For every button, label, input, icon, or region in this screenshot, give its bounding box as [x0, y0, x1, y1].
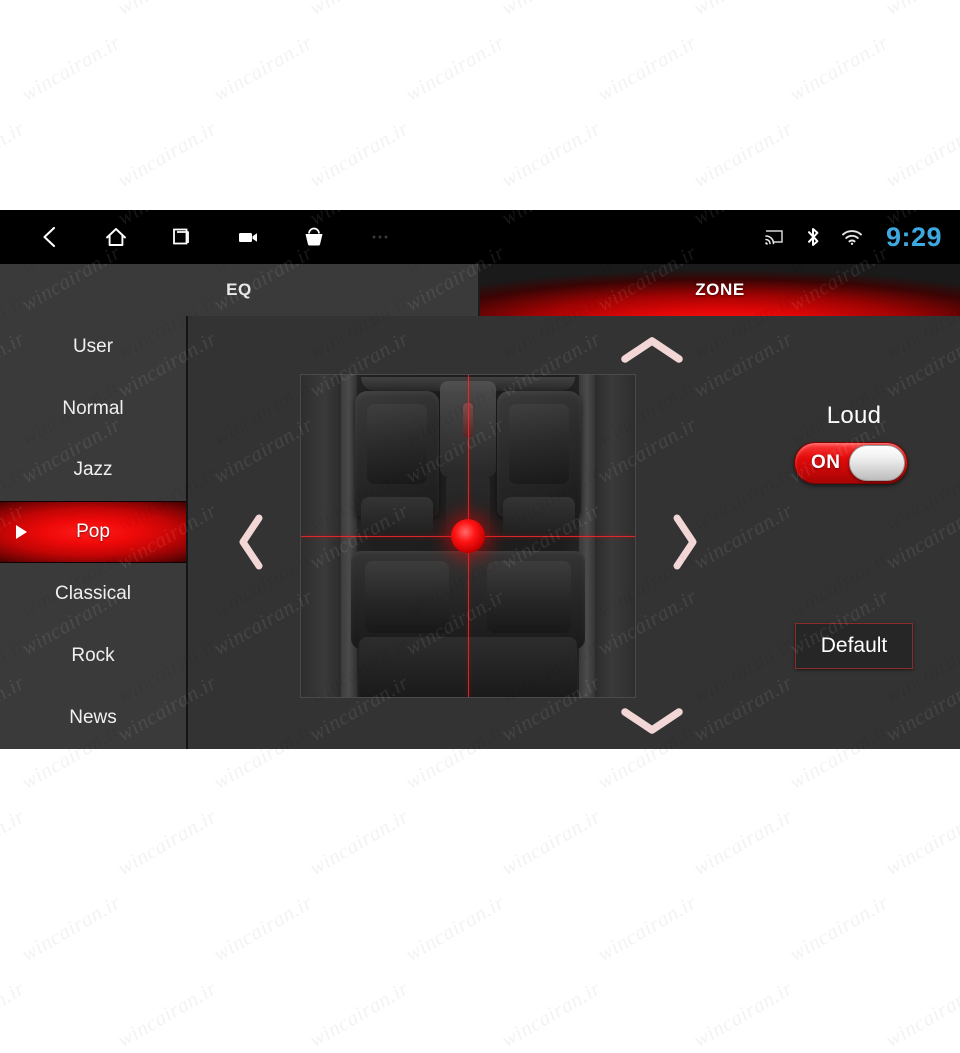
watermark-text: wincairan.ir — [689, 804, 797, 881]
right-controls-panel: Loud ON Default — [748, 316, 960, 749]
preset-item-normal[interactable]: Normal — [0, 378, 186, 440]
tab-bar: EQ ZONE — [0, 264, 960, 316]
watermark-text: wincairan.ir — [689, 976, 797, 1053]
watermark-text: wincairan.ir — [881, 0, 960, 21]
preset-label: News — [69, 706, 117, 728]
balance-left-button[interactable] — [228, 512, 274, 572]
watermark-text: wincairan.ir — [0, 976, 29, 1053]
watermark-text: wincairan.ir — [305, 0, 413, 21]
home-icon[interactable] — [102, 223, 130, 251]
watermark-text: wincairan.ir — [113, 0, 221, 21]
car-cabin-diagram[interactable] — [300, 374, 636, 698]
preset-item-classical[interactable]: Classical — [0, 563, 186, 625]
watermark-text: wincairan.ir — [497, 976, 605, 1053]
loudness-toggle[interactable]: ON — [794, 442, 908, 484]
balance-right-button[interactable] — [662, 512, 708, 572]
loudness-state-label: ON — [811, 452, 841, 473]
watermark-text: wincairan.ir — [305, 116, 413, 193]
preset-item-user[interactable]: User — [0, 316, 186, 378]
watermark-text: wincairan.ir — [113, 976, 221, 1053]
cast-icon[interactable] — [763, 226, 785, 248]
watermark-text: wincairan.ir — [0, 804, 29, 881]
watermark-text: wincairan.ir — [689, 116, 797, 193]
content-area: User Normal Jazz Pop Classical Rock News… — [0, 316, 960, 749]
preset-item-pop[interactable]: Pop — [0, 501, 186, 564]
watermark-text: wincairan.ir — [113, 116, 221, 193]
video-recorder-icon[interactable] — [234, 223, 262, 251]
watermark-text: wincairan.ir — [881, 804, 960, 881]
loudness-label: Loud — [826, 402, 882, 429]
preset-item-jazz[interactable]: Jazz — [0, 440, 186, 502]
car-head-unit-panel: 9:29 EQ ZONE User Normal Jazz Pop Classi… — [0, 210, 960, 749]
watermark-text: wincairan.ir — [785, 30, 893, 107]
preset-label: Normal — [62, 397, 124, 419]
watermark-text: wincairan.ir — [17, 890, 125, 967]
watermark-text: wincairan.ir — [881, 976, 960, 1053]
sound-position-marker[interactable] — [451, 519, 485, 553]
recents-icon[interactable] — [168, 223, 196, 251]
preset-label: User — [72, 335, 114, 357]
watermark-text: wincairan.ir — [497, 116, 605, 193]
tab-zone[interactable]: ZONE — [480, 264, 960, 316]
fader-up-button[interactable] — [603, 330, 701, 370]
balance-fader-pad — [188, 316, 748, 749]
preset-label: Pop — [76, 521, 110, 543]
status-clock: 9:29 — [885, 221, 942, 252]
watermark-text: wincairan.ir — [0, 0, 29, 21]
watermark-text: wincairan.ir — [593, 30, 701, 107]
watermark-text: wincairan.ir — [305, 804, 413, 881]
preset-item-rock[interactable]: Rock — [0, 625, 186, 687]
watermark-text: wincairan.ir — [785, 890, 893, 967]
preset-item-news[interactable]: News — [0, 687, 186, 749]
watermark-text: wincairan.ir — [113, 804, 221, 881]
preset-label: Jazz — [73, 459, 113, 481]
watermark-text: wincairan.ir — [209, 30, 317, 107]
apps-basket-icon[interactable] — [300, 223, 328, 251]
back-icon[interactable] — [36, 223, 64, 251]
watermark-text: wincairan.ir — [305, 976, 413, 1053]
watermark-text: wincairan.ir — [497, 804, 605, 881]
seat-cushion-front-right — [503, 497, 575, 539]
play-triangle-icon — [16, 525, 27, 540]
screenshot-canvas: 9:29 EQ ZONE User Normal Jazz Pop Classi… — [0, 0, 960, 1052]
toggle-knob[interactable] — [849, 445, 905, 481]
android-status-bar: 9:29 — [0, 210, 960, 264]
bluetooth-icon[interactable] — [802, 226, 824, 248]
watermark-text: wincairan.ir — [17, 30, 125, 107]
watermark-text: wincairan.ir — [593, 890, 701, 967]
watermark-text: wincairan.ir — [497, 0, 605, 21]
seat-cushion-front-left — [361, 497, 433, 539]
watermark-text: wincairan.ir — [401, 890, 509, 967]
preset-label: Classical — [54, 583, 132, 605]
eq-preset-list: User Normal Jazz Pop Classical Rock News — [0, 316, 188, 749]
watermark-text: wincairan.ir — [881, 116, 960, 193]
preset-label: Rock — [71, 644, 115, 666]
wifi-icon[interactable] — [841, 226, 863, 248]
navigation-icon-group — [36, 223, 394, 251]
watermark-text: wincairan.ir — [689, 0, 797, 21]
system-icon-group: 9:29 — [763, 210, 942, 264]
tab-eq[interactable]: EQ — [0, 264, 480, 316]
more-dots-icon[interactable] — [366, 223, 394, 251]
watermark-text: wincairan.ir — [0, 116, 29, 193]
fader-down-button[interactable] — [603, 701, 701, 741]
default-button[interactable]: Default — [795, 623, 913, 669]
watermark-text: wincairan.ir — [401, 30, 509, 107]
watermark-text: wincairan.ir — [209, 890, 317, 967]
